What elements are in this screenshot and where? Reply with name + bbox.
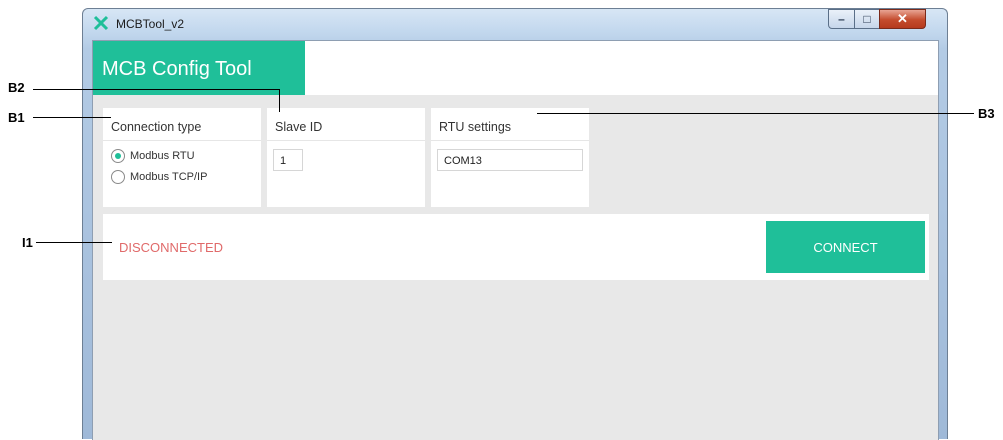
callout-b3-leader (537, 113, 974, 114)
status-bar: DISCONNECTED CONNECT (103, 214, 929, 280)
brand-block: MCB Config Tool (93, 41, 305, 95)
rtu-port-input[interactable]: COM13 (437, 149, 583, 171)
minimize-icon: – (838, 12, 845, 26)
callout-b2: B2 (8, 80, 25, 95)
connection-type-panel: Connection type Modbus RTU Modbus TCP/IP (103, 108, 261, 207)
app-title: MCB Config Tool (102, 58, 252, 80)
callout-b2-leader-drop (279, 89, 280, 112)
maximize-button[interactable]: □ (854, 9, 880, 29)
app-header: MCB Config Tool (93, 41, 938, 95)
app-window: MCBTool_v2 – □ ✕ MCB Config Tool Connect… (82, 8, 948, 440)
maximize-icon: □ (863, 12, 871, 26)
slave-id-input[interactable]: 1 (273, 149, 303, 171)
radio-modbus-tcp[interactable]: Modbus TCP/IP (111, 170, 207, 184)
callout-b1: B1 (8, 110, 25, 125)
connection-status: DISCONNECTED (119, 240, 224, 255)
close-icon: ✕ (897, 11, 908, 26)
title-bar[interactable]: MCBTool_v2 – □ ✕ (83, 9, 947, 39)
radio-modbus-rtu[interactable]: Modbus RTU (111, 149, 195, 163)
connect-button[interactable]: CONNECT (766, 221, 925, 273)
slave-id-title: Slave ID (275, 120, 323, 134)
callout-b1-leader (33, 117, 111, 118)
callout-b3: B3 (978, 106, 995, 121)
client-area: MCB Config Tool Connection type Modbus R… (92, 40, 939, 440)
rtu-settings-title: RTU settings (439, 120, 512, 134)
connection-type-title: Connection type (111, 120, 202, 134)
panel-header: Connection type (103, 108, 261, 141)
mcb-tool-logo-icon (93, 15, 109, 31)
callout-i1-leader (36, 242, 112, 243)
minimize-button[interactable]: – (828, 9, 855, 29)
callout-i1: I1 (22, 235, 33, 250)
panel-header: Slave ID (267, 108, 425, 141)
window-title: MCBTool_v2 (116, 17, 185, 31)
radio-label: Modbus TCP/IP (130, 171, 208, 183)
radio-unselected-icon[interactable] (111, 170, 125, 184)
radio-selected-icon[interactable] (111, 149, 125, 163)
rtu-settings-panel: RTU settings COM13 (431, 108, 589, 207)
radio-label: Modbus RTU (130, 150, 195, 162)
close-button[interactable]: ✕ (879, 9, 926, 29)
slave-id-panel: Slave ID 1 (267, 108, 425, 207)
callout-b2-leader (33, 89, 279, 90)
